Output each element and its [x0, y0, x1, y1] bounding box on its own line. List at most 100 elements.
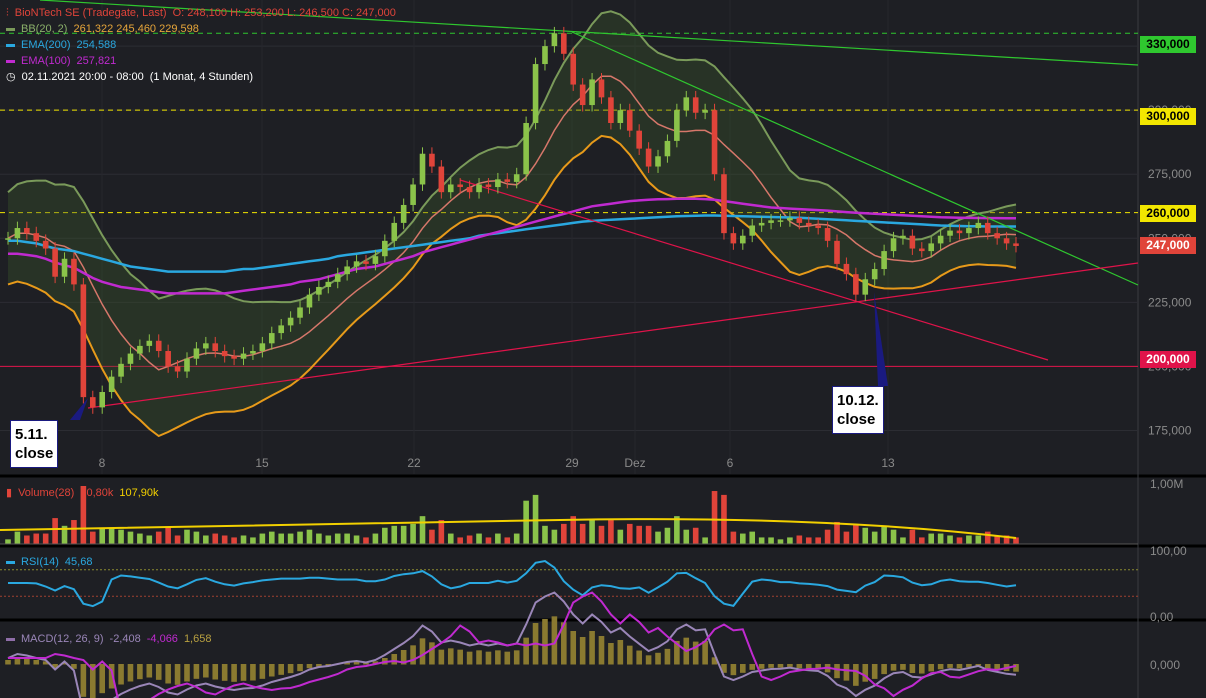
price-badge-200000: 200,000 — [1140, 351, 1196, 368]
volume-bar — [947, 535, 953, 544]
volume-bar — [523, 501, 529, 544]
ema200-legend[interactable]: EMA(200)254,588 — [6, 38, 122, 52]
macd-histogram-bar — [165, 664, 171, 684]
candle-body — [806, 223, 812, 226]
macd-histogram-bar — [231, 664, 237, 682]
macd-histogram-bar — [194, 664, 200, 679]
volume-bar — [910, 530, 916, 544]
volume-bar — [90, 532, 96, 544]
range-legend[interactable]: ◷02.11.2021 20:00 - 08:00(1 Monat, 4 Stu… — [6, 70, 259, 84]
candle-body — [391, 223, 397, 241]
volume-legend[interactable]: ▮Volume(28)70,80k107,90k — [6, 486, 165, 500]
macd-histogram-bar — [985, 664, 991, 668]
volume-bar — [165, 528, 171, 544]
x-tick-label: 6 — [727, 456, 734, 470]
candle-body — [947, 231, 953, 236]
candle-body — [853, 274, 859, 294]
volume-bar — [33, 534, 39, 544]
macd-histogram-bar — [212, 664, 218, 680]
candle-body — [891, 238, 897, 251]
candle-body — [147, 341, 153, 346]
macd-histogram-bar — [806, 664, 812, 669]
candle-body — [580, 85, 586, 105]
volume-bar — [203, 535, 209, 544]
x-tick-label: Dez — [624, 456, 645, 470]
candle-body — [797, 218, 803, 223]
candle-body — [881, 251, 887, 269]
candle-body — [900, 236, 906, 239]
macd-histogram-bar — [910, 664, 916, 673]
candle-body — [712, 110, 718, 174]
macd-histogram-bar — [928, 664, 934, 671]
volume-bar — [552, 530, 558, 544]
macd-histogram-bar — [862, 664, 868, 682]
macd-value-3: 1,658 — [184, 633, 212, 645]
volume-bar — [693, 528, 699, 544]
x-tick-label: 22 — [407, 456, 421, 470]
y-tick-label: 175,000 — [1148, 423, 1192, 437]
candle-body — [316, 287, 322, 295]
volume-bar — [665, 528, 671, 544]
volume-bar — [137, 534, 143, 544]
macd-histogram-bar — [702, 641, 708, 665]
candle-body — [627, 110, 633, 130]
candle-body — [533, 64, 539, 123]
candle-body — [693, 97, 699, 112]
volume-label: Volume(28) — [18, 487, 74, 499]
candle-body — [749, 225, 755, 235]
volume-bar — [5, 539, 11, 544]
volume-bar — [589, 520, 595, 544]
candle-body — [514, 174, 520, 182]
candle-body — [212, 343, 218, 351]
macd-histogram-bar — [580, 637, 586, 665]
candle-body — [175, 366, 181, 371]
macd-histogram-bar — [872, 664, 878, 679]
volume-bar — [957, 537, 963, 544]
macd-histogram-bar — [476, 650, 482, 664]
volume-bar — [646, 526, 652, 544]
macd-legend[interactable]: MACD(12, 26, 9)-2,408-4,0661,658 — [6, 632, 217, 646]
volume-bar — [928, 534, 934, 544]
x-tick-label: 8 — [99, 456, 106, 470]
macd-histogram-bar — [250, 664, 256, 681]
macd-histogram-bar — [260, 664, 266, 679]
candle-body — [844, 264, 850, 274]
bb-legend[interactable]: BB(20, 2)261,322 245,460 229,598 — [6, 22, 205, 36]
candle-body — [410, 184, 416, 204]
rsi-legend[interactable]: RSI(14)45,68 — [6, 555, 98, 569]
volume-bar — [580, 524, 586, 544]
volume-bar — [683, 530, 689, 544]
candle-body — [297, 307, 303, 317]
volume-bar — [797, 535, 803, 544]
candle-body — [674, 110, 680, 141]
macd-histogram-bar — [599, 636, 605, 665]
candle-body — [363, 261, 369, 264]
volume-bar — [900, 537, 906, 544]
macd-histogram-bar — [307, 664, 313, 668]
ema100-legend[interactable]: EMA(100)257,821 — [6, 54, 122, 68]
candle-body — [52, 249, 58, 277]
volume-bar — [335, 534, 341, 544]
ema200-value: 254,588 — [77, 39, 117, 51]
instrument-title: BioNTech SE (Tradegate, Last) — [15, 7, 167, 19]
volume-bar — [43, 534, 49, 544]
candle-body — [636, 131, 642, 149]
volume-bar — [495, 534, 501, 544]
volume-bar — [627, 524, 633, 544]
volume-bar — [599, 526, 605, 544]
volume-bar — [655, 532, 661, 544]
volume-bar — [325, 535, 331, 544]
volume-bar — [966, 535, 972, 544]
ema100-label: EMA(100) — [21, 55, 71, 67]
volume-bar — [109, 528, 115, 544]
macd-histogram-bar — [391, 654, 397, 665]
macd-histogram-bar — [778, 664, 784, 668]
macd-histogram-bar — [1013, 664, 1019, 672]
volume-axis-label: 1,00M — [1150, 477, 1183, 491]
macd-histogram-bar — [523, 638, 529, 665]
candle-body — [702, 110, 708, 113]
candle-body — [420, 154, 426, 185]
volume-bar — [382, 528, 388, 544]
candle-body — [523, 123, 529, 174]
candle-body — [156, 341, 162, 351]
